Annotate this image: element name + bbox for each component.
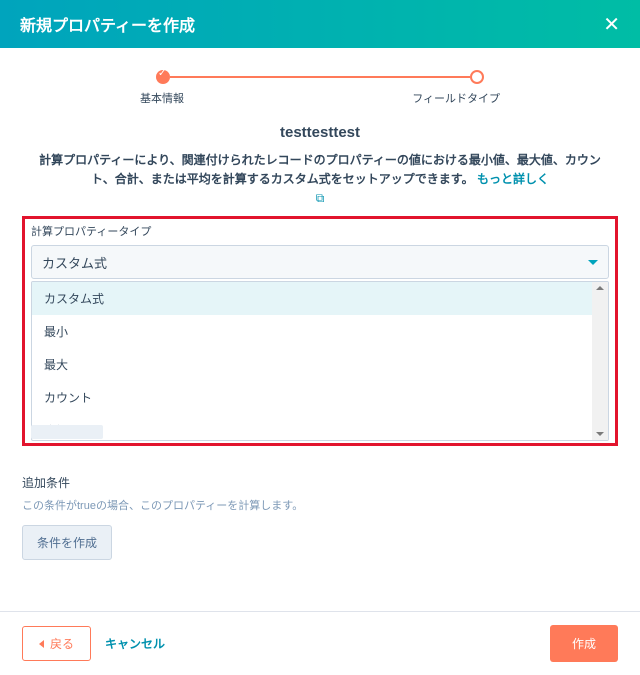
panel-content: 基本情報 フィールドタイプ testtesttest 計算プロパティーにより、関… xyxy=(0,48,640,611)
panel-title: 新規プロパティーを作成 xyxy=(20,12,195,36)
footer-left: 戻る キャンセル xyxy=(22,626,165,661)
chevron-left-icon xyxy=(39,640,44,648)
back-button[interactable]: 戻る xyxy=(22,626,91,661)
calc-type-dropdown: カスタム式 最小 最大 カウント 合計 平均 xyxy=(31,281,609,441)
create-button[interactable]: 作成 xyxy=(550,625,618,662)
description: 計算プロパティーにより、関連付けられたレコードのプロパティーの値における最小値、… xyxy=(34,151,606,189)
option-max[interactable]: 最大 xyxy=(32,348,608,381)
calc-type-highlight: 計算プロパティータイプ カスタム式 カスタム式 最小 最大 カウント 合計 平均 xyxy=(22,216,618,446)
option-sum[interactable]: 合計 xyxy=(32,414,608,440)
property-name: testtesttest xyxy=(22,124,618,141)
create-condition-button[interactable]: 条件を作成 xyxy=(22,525,112,560)
additional-help: この条件がtrueの場合、このプロパティーを計算します。 xyxy=(22,497,618,513)
step-1-dot[interactable] xyxy=(156,70,170,84)
back-label: 戻る xyxy=(50,635,74,652)
calc-type-label: 計算プロパティータイプ xyxy=(31,223,609,239)
learn-more-link[interactable]: もっと詳しく xyxy=(477,172,549,186)
calc-type-selected: カスタム式 xyxy=(42,253,107,272)
create-property-panel: 新規プロパティーを作成 ✕ 基本情報 フィールドタイプ testtesttest… xyxy=(0,0,640,675)
additional-title: 追加条件 xyxy=(22,474,618,491)
cancel-link[interactable]: キャンセル xyxy=(105,635,165,652)
panel-footer: 戻る キャンセル 作成 xyxy=(0,611,640,675)
option-custom[interactable]: カスタム式 xyxy=(32,282,608,315)
dropdown-scrollbar[interactable] xyxy=(592,282,608,440)
step-2-label: フィールドタイプ xyxy=(412,90,500,106)
chevron-down-icon xyxy=(588,260,598,265)
step-labels: 基本情報 フィールドタイプ xyxy=(140,90,500,106)
option-min[interactable]: 最小 xyxy=(32,315,608,348)
external-link-icon[interactable]: ⧉ xyxy=(22,191,618,206)
option-count[interactable]: カウント xyxy=(32,381,608,414)
close-icon[interactable]: ✕ xyxy=(603,12,620,37)
stepper xyxy=(22,70,618,84)
calc-type-select[interactable]: カスタム式 xyxy=(31,245,609,279)
additional-conditions-section: 追加条件 この条件がtrueの場合、このプロパティーを計算します。 条件を作成 xyxy=(22,474,618,560)
step-2-dot[interactable] xyxy=(470,70,484,84)
step-1-label: 基本情報 xyxy=(140,90,184,106)
calc-type-options[interactable]: カスタム式 最小 最大 カウント 合計 平均 xyxy=(32,282,608,440)
step-track xyxy=(170,76,470,78)
panel-header: 新規プロパティーを作成 ✕ xyxy=(0,0,640,48)
hidden-field-fragment xyxy=(31,425,103,439)
